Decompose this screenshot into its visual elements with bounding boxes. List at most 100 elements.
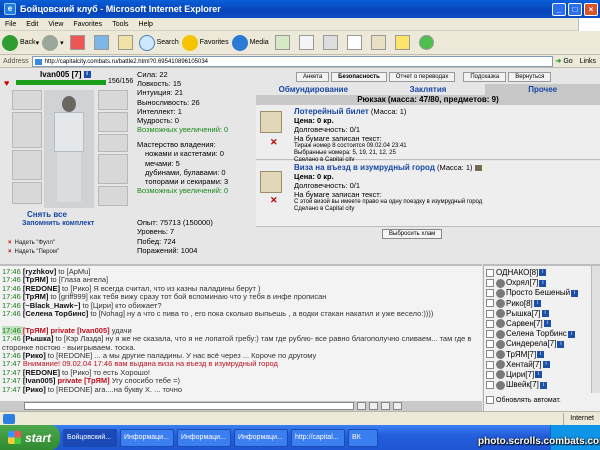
info-icon[interactable]: i	[567, 330, 575, 338]
info-icon[interactable]: i	[557, 340, 565, 348]
online-user[interactable]: Рико[8] i	[486, 299, 541, 309]
send-button[interactable]	[357, 402, 366, 410]
forward-button[interactable]: ▾	[42, 34, 64, 51]
return-button[interactable]: Вернуться	[508, 72, 552, 82]
clover-button[interactable]	[416, 35, 437, 50]
taskbar-item[interactable]: Бойцовский...	[63, 428, 117, 447]
online-user[interactable]: Рышка[7] i	[486, 309, 549, 319]
translit-button[interactable]	[393, 402, 402, 410]
private-icon[interactable]	[486, 350, 494, 359]
character-name[interactable]: Ivan005 [7] i	[40, 70, 91, 79]
belt-slot[interactable]	[12, 182, 42, 204]
address-input[interactable]: http://capitalcity.combats.ru/battle2.ht…	[31, 55, 553, 67]
info-icon[interactable]: i	[83, 71, 91, 79]
chat-nick[interactable]: [Селена Торбинс]	[23, 309, 88, 318]
user-name[interactable]: Рышка[7]	[506, 309, 541, 318]
minimize-button[interactable]: _	[552, 2, 566, 16]
remember-kit-link[interactable]: Запомнить комплект	[22, 220, 94, 227]
profile-button[interactable]: Анкета	[296, 72, 330, 82]
delete-kit-icon[interactable]: ×	[8, 249, 12, 255]
menu-edit[interactable]: Edit	[21, 21, 43, 28]
online-user[interactable]: Синдерела[7] i	[486, 339, 565, 349]
shield-slot[interactable]	[98, 154, 128, 184]
transfers-report-button[interactable]: Отчет о переводах	[388, 72, 456, 82]
visa-icon[interactable]	[260, 171, 282, 193]
search-button[interactable]: Search	[138, 34, 179, 51]
info-icon[interactable]: i	[571, 289, 579, 297]
private-icon[interactable]	[486, 309, 494, 318]
menu-view[interactable]: View	[43, 21, 68, 28]
taskbar-item[interactable]: http://capital...	[291, 428, 345, 447]
user-name[interactable]: Синдерела[7]	[506, 339, 556, 348]
online-user[interactable]: Просто Бешеный i	[486, 288, 579, 298]
private-icon[interactable]	[486, 330, 494, 339]
users-scrollbar[interactable]	[591, 266, 600, 393]
menu-favorites[interactable]: Favorites	[68, 21, 107, 28]
weapon-slot[interactable]	[12, 112, 42, 148]
private-icon[interactable]	[486, 340, 494, 349]
print-button[interactable]	[320, 35, 341, 50]
user-name[interactable]: ТрЯМ[7]	[506, 350, 536, 359]
online-user[interactable]: Цири[7] i	[486, 370, 543, 380]
online-user[interactable]: Сарвен[7] i	[486, 319, 551, 329]
tab-equipment[interactable]: Обмундирование	[256, 84, 371, 95]
online-user[interactable]: Хентай[7] i	[486, 360, 550, 370]
info-icon[interactable]: i	[539, 279, 547, 287]
info-icon[interactable]: i	[539, 381, 547, 389]
private-icon[interactable]	[486, 299, 494, 308]
online-user[interactable]: ОДНАКО[8] i	[486, 268, 547, 278]
online-user[interactable]: Селена Торбинс i	[486, 329, 575, 339]
clear-button[interactable]	[369, 402, 378, 410]
user-name[interactable]: Хентай[7]	[506, 360, 542, 369]
kit-row[interactable]: × Надеть "Фулл"	[8, 240, 55, 246]
user-name[interactable]: Сарвен[7]	[506, 319, 543, 328]
tab-other[interactable]: Прочее	[485, 84, 600, 95]
private-icon[interactable]	[486, 370, 494, 379]
delete-kit-icon[interactable]: ×	[8, 240, 12, 246]
ring-slot[interactable]	[98, 134, 128, 152]
home-button[interactable]	[115, 35, 136, 50]
mail-button[interactable]	[296, 35, 317, 50]
user-name[interactable]: Селена Торбинс	[506, 329, 567, 338]
discuss-button[interactable]	[368, 35, 389, 50]
menu-help[interactable]: Help	[134, 21, 158, 28]
private-icon[interactable]	[486, 381, 494, 390]
checkbox-icon[interactable]	[486, 396, 494, 404]
auto-refresh-toggle[interactable]: Обновлять автомат.	[486, 396, 561, 404]
private-icon[interactable]	[486, 319, 494, 328]
amulet-slot[interactable]	[98, 112, 128, 132]
taskbar-item[interactable]: Информаци...	[234, 428, 288, 447]
boots-slot[interactable]	[98, 186, 128, 206]
item-name[interactable]: Лотерейный билет	[294, 107, 369, 116]
user-name[interactable]: Охрял[7]	[506, 278, 538, 287]
user-name[interactable]: Просто Бешеный	[506, 288, 570, 297]
taskbar-item[interactable]: Информаци...	[120, 428, 174, 447]
helmet-slot[interactable]	[12, 90, 42, 110]
back-button[interactable]: Back ▾	[2, 34, 39, 51]
links-button[interactable]: Links	[576, 58, 600, 65]
go-button[interactable]: Go	[553, 57, 576, 65]
undress-all-link[interactable]: Снять все	[27, 210, 67, 219]
messenger-button[interactable]	[392, 35, 413, 50]
armor-slot[interactable]	[12, 150, 42, 180]
menu-tools[interactable]: Tools	[107, 21, 133, 28]
lottery-ticket-icon[interactable]	[260, 111, 282, 133]
info-icon[interactable]: i	[533, 299, 541, 307]
item-name[interactable]: Виза на въезд в изумрудный город	[294, 163, 435, 172]
taskbar-item[interactable]: Информаци...	[177, 428, 231, 447]
menu-file[interactable]: File	[0, 21, 21, 28]
chat-time[interactable]: 17:47	[2, 385, 23, 394]
close-button[interactable]: ×	[584, 2, 598, 16]
private-icon[interactable]	[486, 268, 494, 277]
hint-button[interactable]: Подсказка	[463, 72, 507, 82]
stop-button[interactable]	[67, 35, 88, 50]
info-icon[interactable]: i	[541, 310, 549, 318]
private-icon[interactable]	[486, 360, 494, 369]
delete-item-icon[interactable]: ✕	[270, 195, 278, 206]
info-icon[interactable]: i	[537, 350, 545, 358]
history-button[interactable]	[272, 35, 293, 50]
online-user[interactable]: Охрял[7] i	[486, 278, 547, 288]
user-name[interactable]: ОДНАКО[8]	[496, 268, 538, 277]
user-name[interactable]: Рико[8]	[506, 299, 533, 308]
taskbar-item[interactable]: ВК	[348, 428, 378, 447]
